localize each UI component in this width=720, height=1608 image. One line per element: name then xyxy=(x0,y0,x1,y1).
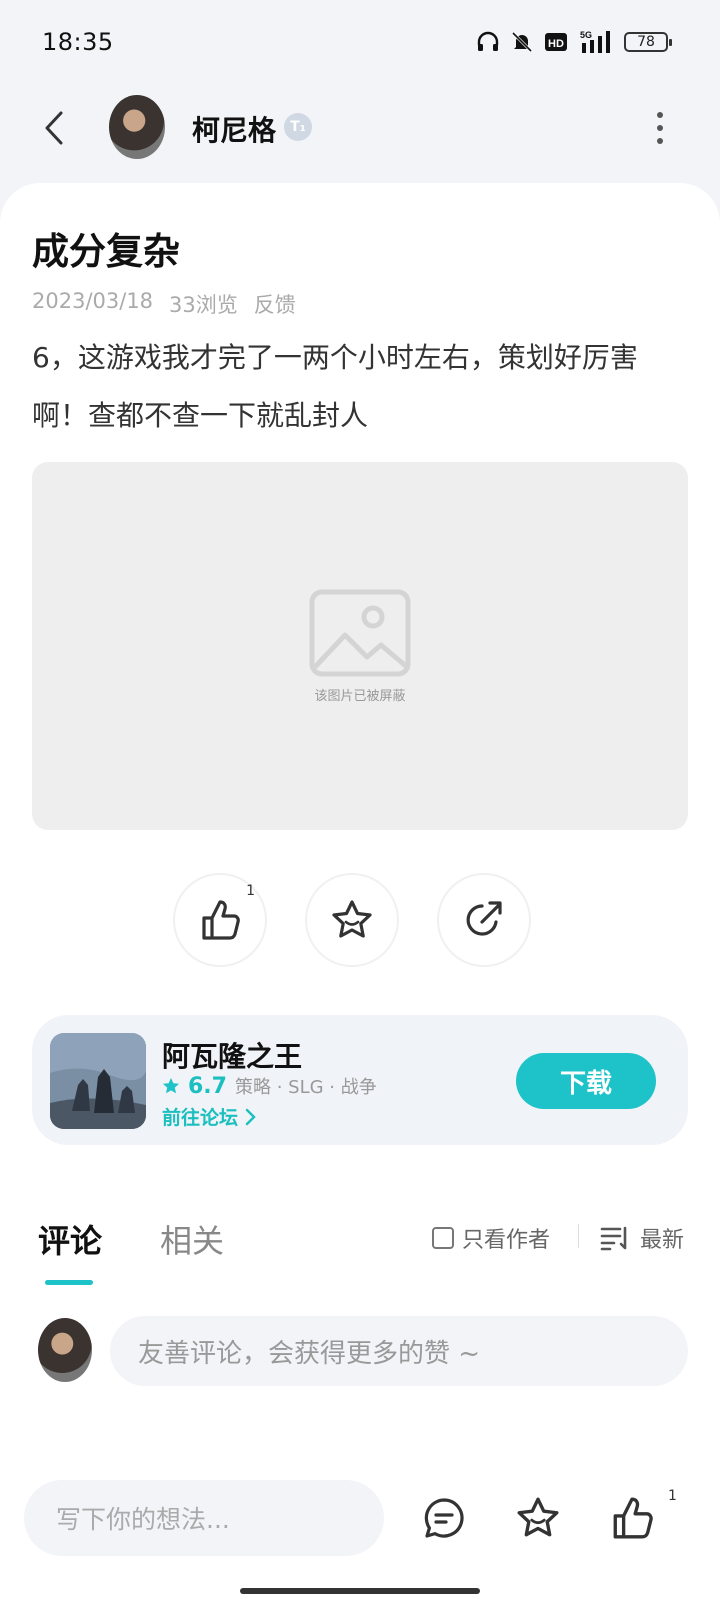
thumbs-up-icon xyxy=(202,900,240,940)
game-score: 6.7 xyxy=(188,1073,227,1099)
blocked-image-caption: 该图片已被屏蔽 xyxy=(314,688,406,704)
my-avatar xyxy=(38,1318,92,1382)
svg-text:5G: 5G xyxy=(580,30,592,40)
sort-icon xyxy=(600,1226,627,1251)
tab-comments[interactable]: 评论 xyxy=(38,1216,102,1262)
bottom-bar: 写下你的想法... 1 xyxy=(0,1460,720,1608)
comment-button[interactable] xyxy=(416,1488,472,1548)
post-body: 6，这游戏我才完了一两个小时左右，策划好厉害啊！查都不查一下就乱封人 xyxy=(32,341,638,432)
star-filled-icon xyxy=(162,1077,180,1094)
forum-link[interactable]: 前往论坛 xyxy=(162,1103,256,1130)
author-avatar[interactable] xyxy=(109,95,165,159)
author-name[interactable]: 柯尼格 xyxy=(192,109,276,149)
home-indicator[interactable] xyxy=(240,1588,480,1594)
sort-label: 最新 xyxy=(640,1228,685,1253)
feedback-link[interactable]: 反馈 xyxy=(254,289,296,319)
chevron-right-icon xyxy=(245,1108,256,1125)
game-name[interactable]: 阿瓦隆之王 xyxy=(162,1035,302,1075)
mute-bell-icon xyxy=(510,30,534,54)
share-icon xyxy=(466,901,502,936)
bottom-favorite-button[interactable] xyxy=(510,1488,566,1548)
comments-panel: 评论 相关 只看作者 最新 友善评论，会获得更多的赞 ~ xyxy=(0,1188,720,1462)
game-rating-row: 6.7 策略 · SLG · 战争 xyxy=(162,1073,377,1099)
post-views: 33浏览 xyxy=(169,293,238,317)
tab-indicator xyxy=(45,1280,93,1285)
forum-link-label: 前往论坛 xyxy=(162,1107,239,1129)
sort-button[interactable]: 最新 xyxy=(600,1222,684,1254)
favorite-button[interactable] xyxy=(305,873,399,967)
post-meta: 2023/03/18 33浏览 反馈 xyxy=(32,289,296,319)
dot xyxy=(657,138,663,144)
author-level-badge: T₁ xyxy=(284,113,312,141)
only-author-filter[interactable]: 只看作者 xyxy=(432,1222,550,1254)
battery-icon: 78 xyxy=(624,32,672,52)
back-button[interactable] xyxy=(36,108,72,148)
post-card: 成分复杂 2023/03/18 33浏览 反馈 6，这游戏我才完了一两个小时左右… xyxy=(0,183,720,1189)
status-icons: HD 5G 78 xyxy=(476,29,672,55)
star-icon xyxy=(332,900,372,938)
bottom-comment-input[interactable]: 写下你的想法... xyxy=(24,1480,384,1556)
dot xyxy=(657,112,663,118)
dot xyxy=(657,125,663,131)
more-options-button[interactable] xyxy=(648,108,672,148)
download-button[interactable]: 下载 xyxy=(516,1053,656,1109)
comment-icon xyxy=(424,1498,464,1538)
hd-icon: HD xyxy=(544,31,568,53)
only-author-label: 只看作者 xyxy=(462,1228,551,1253)
divider xyxy=(578,1224,579,1248)
like-count: 1 xyxy=(246,883,255,899)
chevron-left-icon xyxy=(45,111,63,145)
bottom-like-button[interactable] xyxy=(604,1488,660,1548)
like-button[interactable]: 1 xyxy=(173,873,267,967)
thumbs-up-icon xyxy=(613,1497,653,1539)
share-button[interactable] xyxy=(437,873,531,967)
svg-text:HD: HD xyxy=(548,38,564,50)
image-placeholder-icon xyxy=(309,589,411,676)
tab-related[interactable]: 相关 xyxy=(160,1216,224,1262)
game-tags: 策略 · SLG · 战争 xyxy=(234,1077,377,1098)
status-bar: 18:35 HD 5G 78 xyxy=(0,0,720,84)
game-card[interactable]: 阿瓦隆之王 6.7 策略 · SLG · 战争 前往论坛 下载 xyxy=(32,1015,688,1145)
game-icon[interactable] xyxy=(50,1033,146,1129)
only-author-checkbox[interactable] xyxy=(432,1227,454,1249)
post-title: 成分复杂 xyxy=(32,230,180,273)
bottom-like-count: 1 xyxy=(668,1488,677,1504)
star-icon xyxy=(517,1497,559,1537)
post-date: 2023/03/18 xyxy=(32,289,154,313)
comment-input[interactable]: 友善评论，会获得更多的赞 ~ xyxy=(110,1316,688,1386)
status-time: 18:35 xyxy=(42,28,114,56)
5g-signal-icon: 5G xyxy=(578,29,614,55)
blocked-image: 该图片已被屏蔽 xyxy=(32,462,688,830)
headphones-icon xyxy=(476,30,500,54)
top-bar: 柯尼格 T₁ xyxy=(0,88,720,168)
